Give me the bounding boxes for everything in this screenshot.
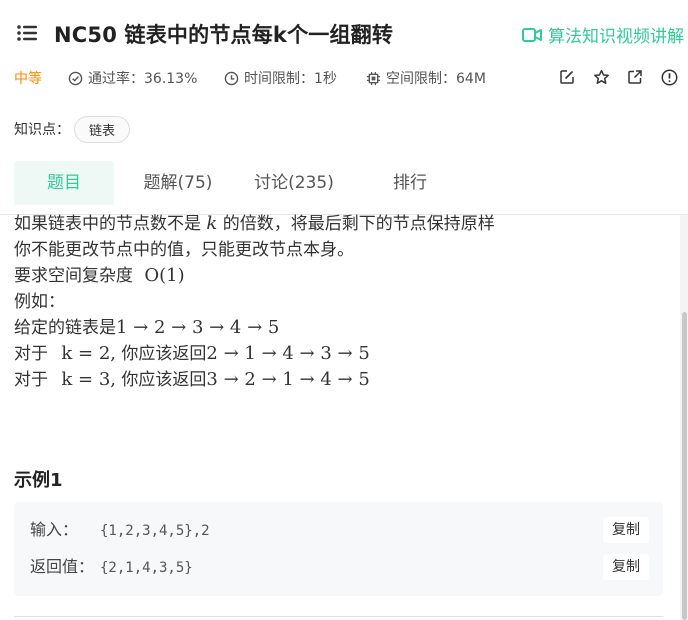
input-value: {1,2,3,4,5},2 [100, 523, 210, 539]
check-circle-icon [68, 71, 83, 85]
info-icon[interactable] [652, 66, 686, 88]
desc-line-6: 对于 k = 2, 你应该返回2 → 1 → 4 → 3 → 5 [14, 343, 370, 364]
time-limit-text: 时间限制：1秒 [244, 71, 337, 87]
time-limit: 时间限制：1秒 [224, 68, 337, 88]
pass-rate-text: 通过率：36.13% [88, 71, 198, 87]
problem-header: NC50 链表中的节点每k个一组翻转 算法知识视频讲解 中等 通过率：36.13… [0, 0, 688, 215]
share-icon[interactable] [618, 66, 652, 88]
problem-actions [550, 66, 686, 88]
desc-line-4: 例如： [14, 292, 65, 312]
desc-line-2: 你不能更改节点中的值，只能更改节点本身。 [14, 240, 354, 260]
chip-icon [366, 71, 381, 85]
space-limit-text: 空间限制：64M [386, 71, 486, 87]
meta-row: 中等 通过率：36.13% 时间限制：1秒 空间限制：64M [14, 66, 686, 88]
scrollbar-thumb[interactable] [682, 312, 687, 620]
copy-input-button[interactable]: 复制 [603, 517, 649, 543]
menu-icon[interactable] [16, 24, 38, 42]
difficulty-badge: 中等 [14, 71, 42, 87]
star-icon[interactable] [584, 66, 618, 88]
output-value: {2,1,4,3,5} [100, 560, 193, 576]
tab-ranking[interactable]: 排行 [360, 161, 460, 205]
video-icon [522, 27, 542, 42]
video-explain-link[interactable]: 算法知识视频讲解 [522, 22, 684, 47]
pass-rate: 通过率：36.13% [68, 68, 197, 88]
example-output-row: 返回值： {2,1,4,3,5} [30, 554, 193, 580]
tab-problem[interactable]: 题目 [14, 161, 114, 205]
tab-solutions[interactable]: 题解(75) [128, 161, 228, 205]
desc-line-3: 要求空间复杂度 O(1) [14, 265, 185, 286]
example-input-row: 输入： {1,2,3,4,5},2 [30, 517, 210, 543]
knowledge-label: 知识点： [14, 122, 70, 138]
input-label: 输入： [30, 520, 79, 539]
video-link-label: 算法知识视频讲解 [548, 27, 684, 47]
page-title: NC50 链表中的节点每k个一组翻转 [54, 23, 394, 47]
tab-discussion[interactable]: 讨论(235) [242, 161, 346, 205]
output-label: 返回值： [30, 557, 95, 576]
divider [14, 616, 663, 617]
copy-output-button[interactable]: 复制 [603, 554, 649, 580]
desc-line-5: 给定的链表是1 → 2 → 3 → 4 → 5 [14, 317, 280, 338]
title-row: NC50 链表中的节点每k个一组翻转 算法知识视频讲解 [14, 18, 686, 50]
desc-line-1: 如果链表中的节点数不是 k 的倍数，将最后剩下的节点保持原样 [14, 213, 495, 234]
clock-icon [224, 71, 239, 85]
edit-icon[interactable] [550, 66, 584, 88]
example-title: 示例1 [14, 470, 63, 491]
knowledge-row: 知识点： 链表 [14, 115, 131, 143]
space-limit: 空间限制：64M [366, 68, 486, 88]
desc-line-7: 对于 k = 3, 你应该返回3 → 2 → 1 → 4 → 5 [14, 369, 370, 390]
example-box: 输入： {1,2,3,4,5},2 复制 返回值： {2,1,4,3,5} 复制 [14, 502, 663, 596]
knowledge-tag[interactable]: 链表 [74, 115, 131, 143]
